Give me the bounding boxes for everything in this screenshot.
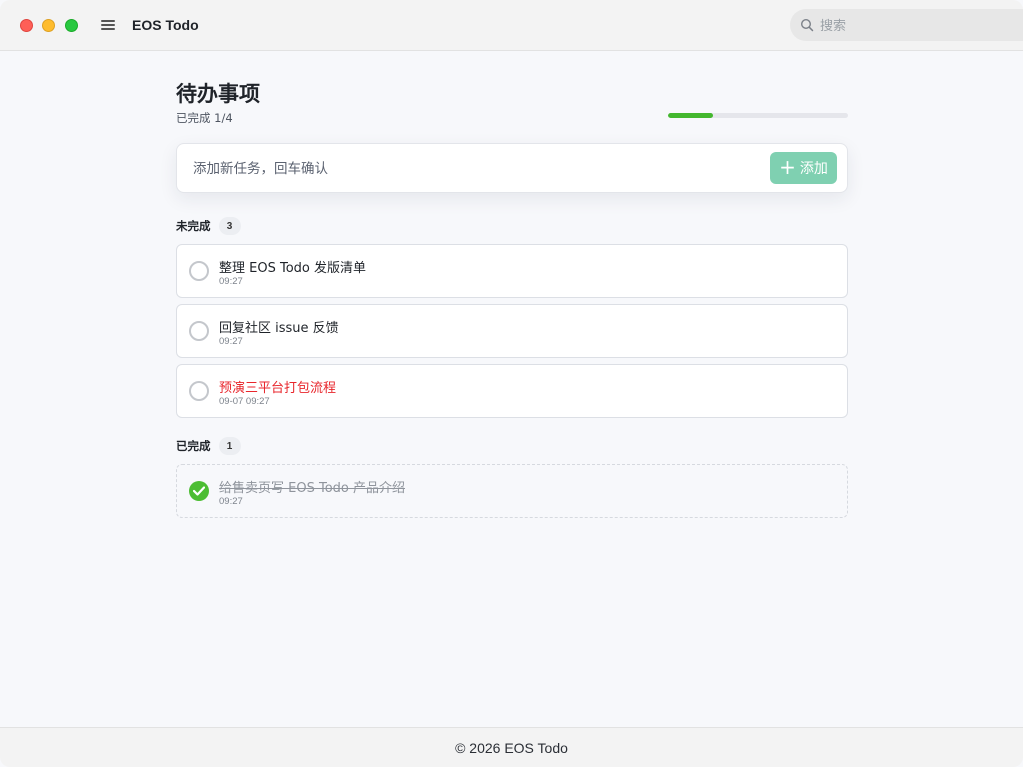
- pending-section-label: 未完成: [176, 219, 211, 233]
- completed-count-badge: 1: [218, 437, 241, 455]
- task-item[interactable]: 整理 EOS Todo 发版清单 09:27: [176, 244, 848, 298]
- search-icon: [800, 18, 814, 32]
- progress-bar-fill: [668, 113, 713, 118]
- task-checkbox[interactable]: [189, 321, 209, 341]
- page-title: 待办事项: [176, 82, 260, 106]
- task-title: 整理 EOS Todo 发版清单: [219, 261, 366, 276]
- task-item[interactable]: 回复社区 issue 反馈 09:27: [176, 304, 848, 358]
- maximize-window-button[interactable]: [65, 19, 78, 32]
- task-time: 09:27: [219, 276, 243, 287]
- task-time: 09:27: [219, 336, 243, 347]
- task-title: 回复社区 issue 反馈: [219, 321, 339, 336]
- title-bar: EOS Todo: [0, 0, 1023, 51]
- new-task-input[interactable]: [191, 158, 755, 180]
- search-box[interactable]: [790, 9, 1023, 41]
- add-task-box: + 添加: [176, 143, 848, 193]
- add-task-button[interactable]: + 添加: [770, 152, 837, 184]
- checkmark-icon: [193, 486, 205, 496]
- task-time: 09-07 09:27: [219, 396, 270, 407]
- close-window-button[interactable]: [20, 19, 33, 32]
- app-title: EOS Todo: [132, 17, 199, 33]
- minimize-window-button[interactable]: [42, 19, 55, 32]
- footer: © 2026 EOS Todo: [0, 727, 1023, 767]
- progress-bar: [668, 113, 848, 118]
- progress-text: 已完成 1/4: [176, 111, 233, 125]
- task-checkbox[interactable]: [189, 261, 209, 281]
- footer-copyright: © 2026 EOS Todo: [455, 739, 568, 756]
- search-input[interactable]: [818, 15, 1012, 37]
- pending-section-header: 未完成 3: [176, 217, 241, 235]
- task-checkbox-checked[interactable]: [189, 481, 209, 501]
- task-title-overdue: 预演三平台打包流程: [219, 381, 337, 396]
- completed-section-label: 已完成: [176, 439, 211, 453]
- task-item[interactable]: 预演三平台打包流程 09-07 09:27: [176, 364, 848, 418]
- pending-count-badge: 3: [218, 217, 241, 235]
- task-time: 09:27: [219, 496, 243, 507]
- completed-section-header: 已完成 1: [176, 437, 241, 455]
- task-title: 给售卖页写 EOS Todo 产品介绍: [219, 481, 405, 496]
- add-button-label: 添加: [799, 161, 828, 177]
- app-window: EOS Todo 待办事项 已完成 1/4 + 添加 未完成 3: [0, 0, 1023, 767]
- task-checkbox[interactable]: [189, 381, 209, 401]
- plus-icon: +: [779, 155, 796, 179]
- hamburger-menu-icon[interactable]: [100, 17, 116, 33]
- completed-task-item[interactable]: 给售卖页写 EOS Todo 产品介绍 09:27: [176, 464, 848, 518]
